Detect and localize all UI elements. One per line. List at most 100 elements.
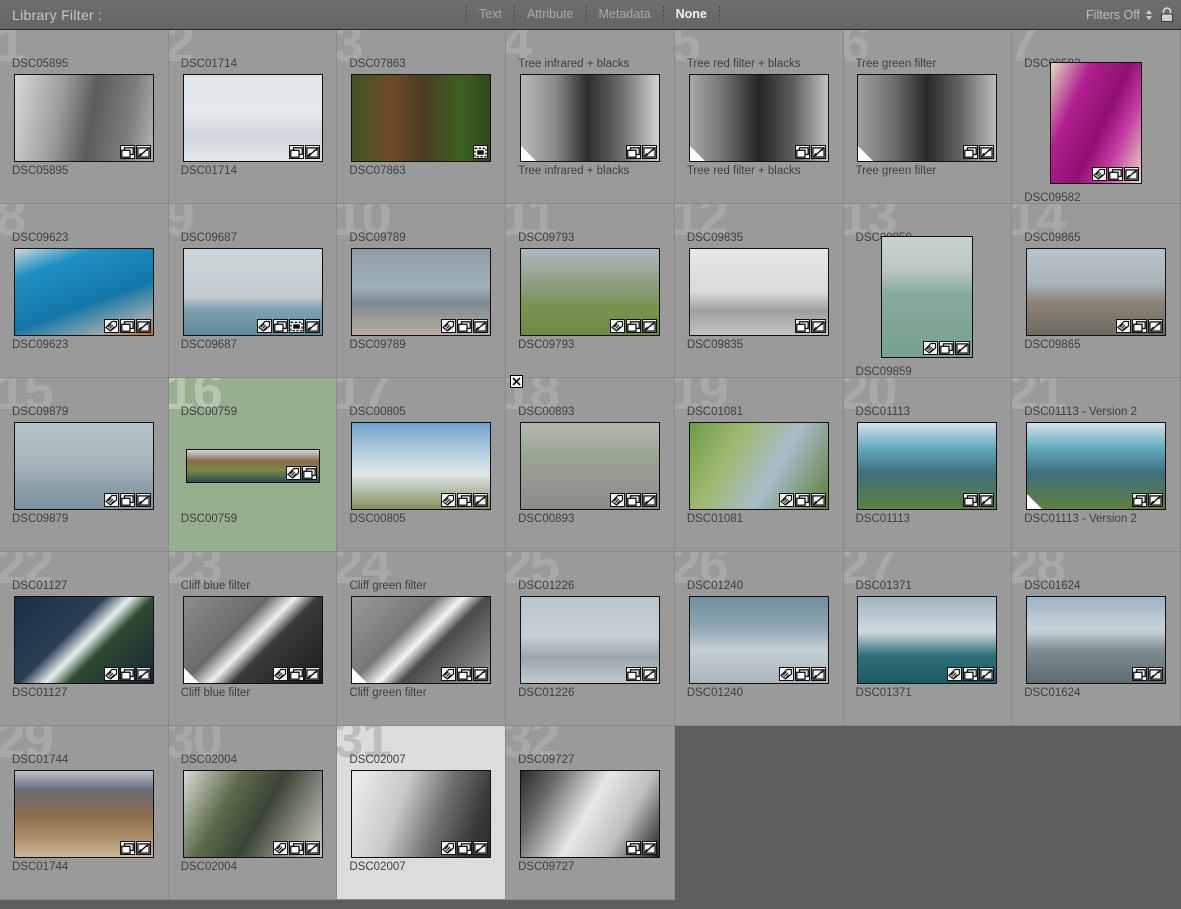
copy-badge-icon[interactable]: [625, 493, 641, 507]
crop-badge-icon[interactable]: [473, 145, 489, 159]
thumbnail-container[interactable]: [0, 74, 168, 162]
photo-thumbnail[interactable]: [13, 248, 154, 336]
grid-cell[interactable]: 30 DSC02004 DSC02004: [168, 726, 338, 900]
develop-badge-icon[interactable]: [979, 145, 995, 159]
thumbnail-grid[interactable]: 1DSC05895DSC058952DSC01714DSC017143DSC07…: [0, 30, 1181, 909]
copy-badge-icon[interactable]: [288, 145, 304, 159]
keyword-badge-icon[interactable]: [947, 667, 963, 681]
photo-thumbnail[interactable]: [519, 248, 660, 336]
copy-badge-icon[interactable]: [119, 319, 135, 333]
thumbnail-container[interactable]: [1012, 596, 1180, 684]
photo-thumbnail[interactable]: [182, 74, 323, 162]
develop-badge-icon[interactable]: [641, 667, 657, 681]
photo-thumbnail[interactable]: [1026, 248, 1167, 336]
grid-cell[interactable]: 11 DSC09793 DSC09793: [506, 204, 675, 378]
develop-badge-icon[interactable]: [135, 841, 151, 855]
grid-cell[interactable]: 8DSC09623DSC09623: [0, 204, 169, 378]
develop-badge-icon[interactable]: [473, 841, 489, 855]
photo-thumbnail[interactable]: [182, 770, 323, 858]
photo-thumbnail[interactable]: [881, 236, 974, 358]
develop-badge-icon[interactable]: [979, 493, 995, 507]
filter-mode-none-button[interactable]: None: [664, 0, 719, 29]
develop-badge-icon[interactable]: [641, 493, 657, 507]
develop-badge-icon[interactable]: [304, 319, 320, 333]
grid-cell[interactable]: 21 DSC01113 - Version 2 DSC01113 - Version…: [1012, 378, 1181, 552]
grid-cell[interactable]: 3DSC07863DSC07863: [337, 30, 507, 204]
keyword-badge-icon[interactable]: [1092, 167, 1108, 181]
thumbnail-container[interactable]: [169, 74, 337, 162]
grid-cell[interactable]: 7DSC09582DSC09582: [1012, 30, 1181, 204]
thumbnail-container[interactable]: [506, 596, 674, 684]
thumbnail-container[interactable]: [0, 248, 168, 336]
copy-badge-icon[interactable]: [625, 145, 641, 159]
keyword-badge-icon[interactable]: [778, 493, 794, 507]
keyword-badge-icon[interactable]: [609, 493, 625, 507]
photo-thumbnail[interactable]: [688, 248, 829, 336]
copy-badge-icon[interactable]: [1132, 319, 1148, 333]
photo-thumbnail[interactable]: [351, 74, 492, 162]
thumbnail-container[interactable]: [506, 422, 674, 510]
copy-badge-icon[interactable]: [272, 319, 288, 333]
develop-badge-icon[interactable]: [135, 145, 151, 159]
photo-thumbnail[interactable]: [13, 770, 154, 858]
copy-badge-icon[interactable]: [625, 319, 641, 333]
photo-thumbnail[interactable]: [351, 770, 492, 858]
copy-badge-icon[interactable]: [119, 841, 135, 855]
photo-thumbnail[interactable]: [688, 422, 829, 510]
copy-badge-icon[interactable]: [963, 493, 979, 507]
grid-cell[interactable]: 10 DSC09789 DSC09789: [337, 204, 507, 378]
photo-thumbnail[interactable]: [519, 422, 660, 510]
develop-badge-icon[interactable]: [979, 667, 995, 681]
develop-badge-icon[interactable]: [304, 841, 320, 855]
keyword-badge-icon[interactable]: [923, 341, 939, 355]
thumbnail-container[interactable]: [506, 248, 674, 336]
keyword-badge-icon[interactable]: [441, 841, 457, 855]
photo-thumbnail[interactable]: [351, 422, 492, 510]
filter-mode-attribute-button[interactable]: Attribute: [515, 0, 586, 29]
photo-thumbnail[interactable]: [857, 74, 998, 162]
keyword-badge-icon[interactable]: [256, 319, 272, 333]
thumbnail-container[interactable]: [337, 422, 505, 510]
thumbnail-container[interactable]: [169, 248, 337, 336]
copy-badge-icon[interactable]: [119, 145, 135, 159]
develop-badge-icon[interactable]: [955, 341, 971, 355]
copy-badge-icon[interactable]: [457, 667, 473, 681]
develop-badge-icon[interactable]: [304, 145, 320, 159]
thumbnail-container[interactable]: [169, 596, 337, 684]
photo-thumbnail[interactable]: [185, 449, 320, 483]
copy-badge-icon[interactable]: [794, 493, 810, 507]
thumbnail-container[interactable]: [844, 74, 1012, 162]
grid-cell[interactable]: 22 DSC01127 DSC01127: [0, 552, 169, 726]
crop-badge-icon[interactable]: [288, 319, 304, 333]
photo-thumbnail[interactable]: [351, 596, 492, 684]
copy-badge-icon[interactable]: [1132, 667, 1148, 681]
photo-thumbnail[interactable]: [519, 596, 660, 684]
develop-badge-icon[interactable]: [473, 667, 489, 681]
grid-cell[interactable]: 16 DSC00759 DSC00759: [168, 378, 338, 552]
copy-badge-icon[interactable]: [288, 841, 304, 855]
grid-cell[interactable]: 23 Cliff blue filter Cliff blue filter: [168, 552, 338, 726]
develop-badge-icon[interactable]: [1148, 319, 1164, 333]
copy-badge-icon[interactable]: [457, 319, 473, 333]
thumbnail-container[interactable]: [1012, 58, 1180, 188]
copy-badge-icon[interactable]: [457, 841, 473, 855]
develop-badge-icon[interactable]: [135, 493, 151, 507]
grid-cell[interactable]: 12 DSC09835 DSC09835: [674, 204, 844, 378]
copy-badge-icon[interactable]: [794, 145, 810, 159]
grid-cell[interactable]: 27 DSC01371 DSC01371: [843, 552, 1013, 726]
keyword-badge-icon[interactable]: [285, 466, 301, 480]
grid-cell[interactable]: 13DSC09859DSC09859: [843, 204, 1013, 378]
copy-badge-icon[interactable]: [457, 493, 473, 507]
thumbnail-container[interactable]: [337, 596, 505, 684]
thumbnail-container[interactable]: [1012, 248, 1180, 336]
develop-badge-icon[interactable]: [1148, 667, 1164, 681]
copy-badge-icon[interactable]: [963, 667, 979, 681]
copy-badge-icon[interactable]: [794, 667, 810, 681]
photo-thumbnail[interactable]: [688, 74, 829, 162]
grid-cell[interactable]: 17 DSC00805 DSC00805: [337, 378, 507, 552]
photo-thumbnail[interactable]: [688, 596, 829, 684]
thumbnail-container[interactable]: [506, 74, 674, 162]
copy-badge-icon[interactable]: [301, 466, 317, 480]
copy-badge-icon[interactable]: [288, 667, 304, 681]
develop-badge-icon[interactable]: [641, 841, 657, 855]
